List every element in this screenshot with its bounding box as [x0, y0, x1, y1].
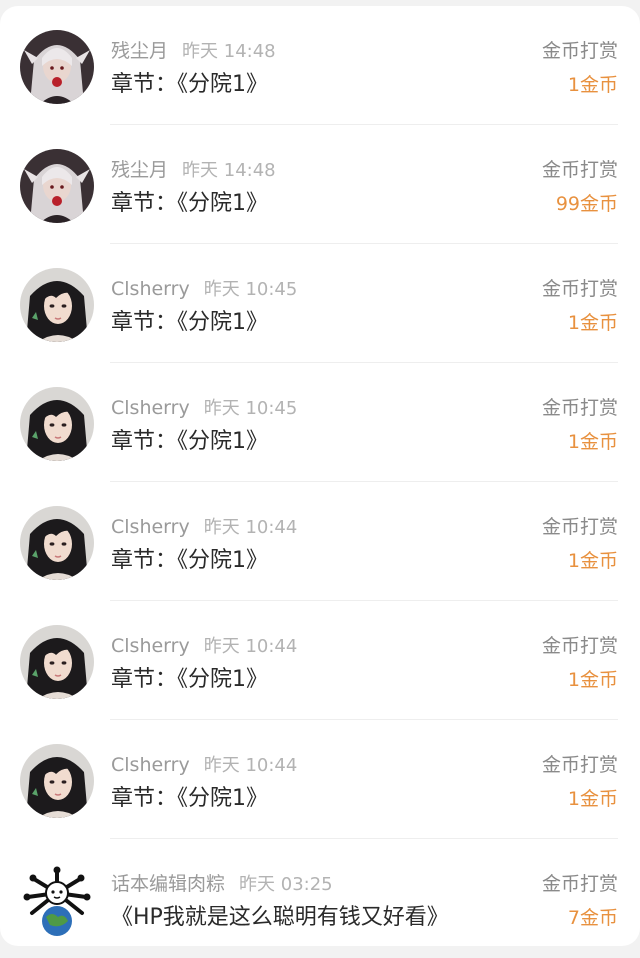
reward-amount: 1金币: [567, 550, 618, 572]
reward-type: 金币打赏: [541, 159, 618, 181]
reward-amount: 1金币: [567, 74, 618, 96]
chapter-label[interactable]: 章节：《分院1》: [111, 187, 268, 221]
reward-amount: 1金币: [567, 312, 618, 334]
dark-hair-girl-avatar[interactable]: [20, 387, 94, 461]
chapter-label[interactable]: 章节：《分院1》: [111, 663, 268, 697]
chapter-label[interactable]: 章节：《分院1》: [111, 68, 268, 102]
username[interactable]: 残尘月: [111, 159, 168, 181]
reward-type: 金币打赏: [541, 873, 618, 895]
reward-item[interactable]: 残尘月 昨天 14:48 章节：《分院1》 金币打赏 1金币: [0, 6, 640, 125]
item-meta: Clsherry 昨天 10:44: [111, 514, 297, 540]
silver-hair-girl-avatar[interactable]: [20, 149, 94, 223]
username[interactable]: Clsherry: [111, 516, 190, 538]
book-title-label[interactable]: 《HP我就是这么聪明有钱又好看》: [111, 901, 449, 935]
item-meta: 残尘月 昨天 14:48: [111, 38, 276, 64]
reward-type: 金币打赏: [541, 635, 618, 657]
earth-creature-avatar[interactable]: [20, 863, 94, 937]
reward-amount: 1金币: [567, 669, 618, 691]
item-meta: Clsherry 昨天 10:44: [111, 633, 297, 659]
timestamp: 昨天 10:44: [203, 517, 298, 538]
reward-item[interactable]: Clsherry 昨天 10:45 章节：《分院1》 金币打赏 1金币: [0, 363, 640, 482]
timestamp: 昨天 10:45: [203, 398, 298, 419]
reward-amount: 7金币: [567, 907, 618, 929]
reward-list-card: 残尘月 昨天 14:48 章节：《分院1》 金币打赏 1金币 残尘月 昨天 14…: [0, 6, 640, 946]
reward-type: 金币打赏: [541, 40, 618, 62]
username[interactable]: 话本编辑肉粽: [111, 873, 225, 895]
dark-hair-girl-avatar[interactable]: [20, 268, 94, 342]
chapter-label[interactable]: 章节：《分院1》: [111, 425, 268, 459]
reward-type: 金币打赏: [541, 754, 618, 776]
username[interactable]: 残尘月: [111, 40, 168, 62]
username[interactable]: Clsherry: [111, 635, 190, 657]
reward-item[interactable]: Clsherry 昨天 10:44 章节：《分院1》 金币打赏 1金币: [0, 601, 640, 720]
reward-amount: 99金币: [555, 193, 618, 215]
timestamp: 昨天 14:48: [182, 160, 276, 181]
reward-item[interactable]: Clsherry 昨天 10:44 章节：《分院1》 金币打赏 1金币: [0, 482, 640, 601]
timestamp: 昨天 10:44: [203, 755, 298, 776]
reward-type: 金币打赏: [541, 516, 618, 538]
reward-type: 金币打赏: [541, 397, 618, 419]
reward-item[interactable]: 话本编辑肉粽 昨天 03:25 《HP我就是这么聪明有钱又好看》 金币打赏 7金币: [0, 839, 640, 958]
item-meta: 话本编辑肉粽 昨天 03:25: [111, 871, 333, 897]
reward-item[interactable]: Clsherry 昨天 10:45 章节：《分院1》 金币打赏 1金币: [0, 244, 640, 363]
timestamp: 昨天 03:25: [239, 874, 333, 895]
reward-amount: 1金币: [567, 788, 618, 810]
item-meta: 残尘月 昨天 14:48: [111, 157, 276, 183]
item-meta: Clsherry 昨天 10:44: [111, 752, 297, 778]
reward-type: 金币打赏: [541, 278, 618, 300]
dark-hair-girl-avatar[interactable]: [20, 625, 94, 699]
reward-item[interactable]: Clsherry 昨天 10:44 章节：《分院1》 金币打赏 1金币: [0, 720, 640, 839]
timestamp: 昨天 10:44: [203, 636, 298, 657]
chapter-label[interactable]: 章节：《分院1》: [111, 306, 268, 340]
chapter-label[interactable]: 章节：《分院1》: [111, 782, 268, 816]
chapter-label[interactable]: 章节：《分院1》: [111, 544, 268, 578]
item-meta: Clsherry 昨天 10:45: [111, 395, 297, 421]
reward-item[interactable]: 残尘月 昨天 14:48 章节：《分院1》 金币打赏 99金币: [0, 125, 640, 244]
reward-amount: 1金币: [567, 431, 618, 453]
timestamp: 昨天 14:48: [182, 41, 276, 62]
silver-hair-girl-avatar[interactable]: [20, 30, 94, 104]
item-meta: Clsherry 昨天 10:45: [111, 276, 297, 302]
username[interactable]: Clsherry: [111, 397, 190, 419]
dark-hair-girl-avatar[interactable]: [20, 506, 94, 580]
timestamp: 昨天 10:45: [203, 279, 298, 300]
dark-hair-girl-avatar[interactable]: [20, 744, 94, 818]
username[interactable]: Clsherry: [111, 754, 190, 776]
username[interactable]: Clsherry: [111, 278, 190, 300]
